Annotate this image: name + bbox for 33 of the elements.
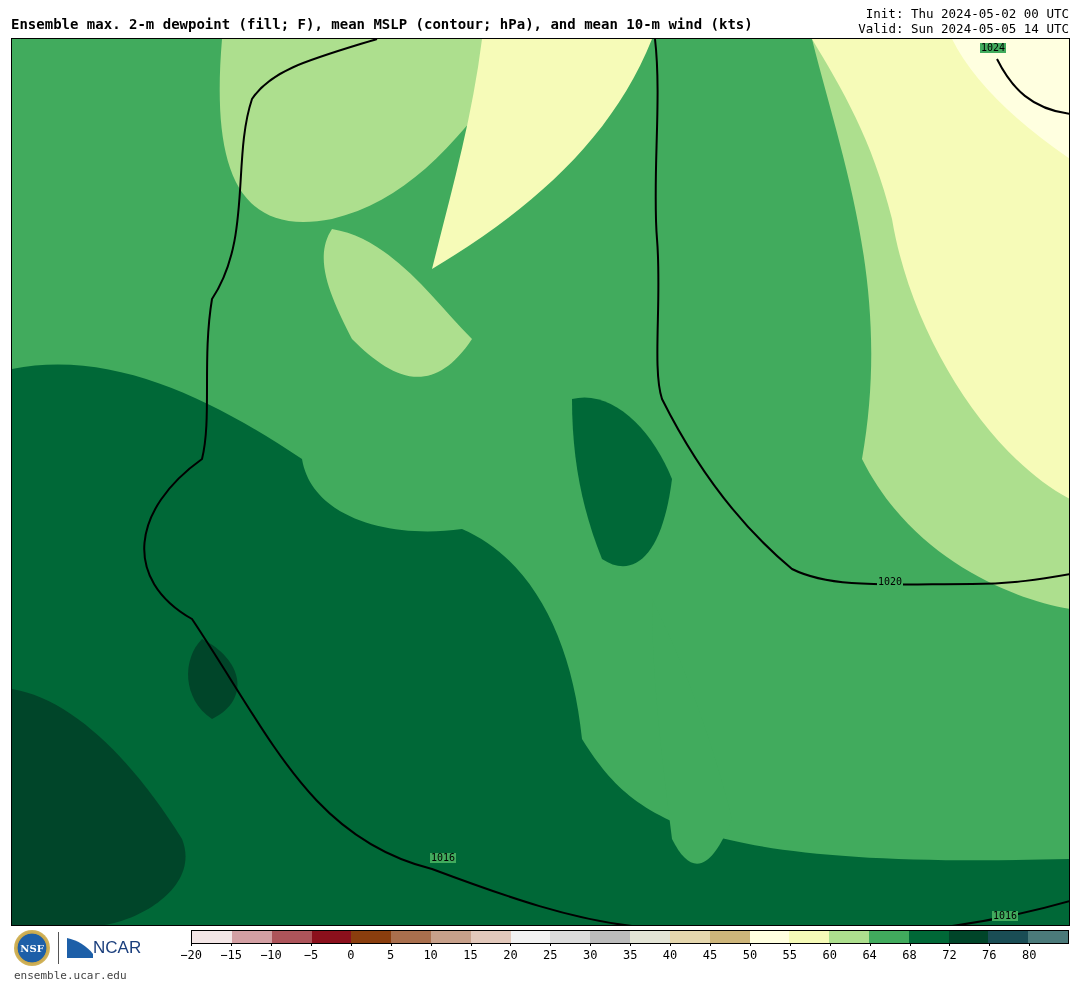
- tick-label: 15: [463, 947, 478, 964]
- tick-label: 45: [702, 947, 718, 964]
- valid-time: Valid: Sun 2024-05-05 14 UTC: [858, 21, 1069, 36]
- tick-label: 76: [982, 947, 997, 964]
- tick-label: 35: [622, 947, 638, 964]
- init-time: Init: Thu 2024-05-02 00 UTC: [864, 6, 1069, 21]
- tick-label: 5: [387, 947, 395, 964]
- contour-label: 1016: [992, 911, 1019, 921]
- tick-label: 40: [662, 947, 678, 964]
- tick-label: 64: [862, 947, 877, 964]
- tick-label: 0: [347, 947, 355, 964]
- tick-label: −15: [220, 947, 242, 964]
- nsf-logo: NSF: [14, 930, 50, 966]
- swoosh-icon: [67, 938, 93, 958]
- tick-label: 50: [742, 947, 758, 964]
- tick-label: 10: [423, 947, 438, 964]
- ncar-logo: NCAR: [93, 937, 142, 960]
- contour-label: 1024: [980, 43, 1007, 53]
- contour-label: 1020: [877, 577, 904, 587]
- tick-label: 68: [902, 947, 917, 964]
- tick-label: 55: [782, 947, 797, 964]
- tick-label: −20: [180, 947, 202, 964]
- tick-label: 20: [503, 947, 518, 964]
- chart-title: Ensemble max. 2-m dewpoint (fill; F), mean MSLP (contour; hPa), and mean 10-m wind (kts): [11, 15, 753, 34]
- tick-label: −10: [260, 947, 282, 964]
- tick-label: 72: [942, 947, 957, 964]
- tick-label: −5: [303, 947, 319, 964]
- tick-label: 30: [583, 947, 598, 964]
- tick-label: 80: [1022, 947, 1037, 964]
- contour-label: 1016: [430, 853, 457, 863]
- site-address: ensemble.ucar.edu: [14, 968, 128, 984]
- tick-label: 60: [822, 947, 837, 964]
- tick-label: 25: [543, 947, 558, 964]
